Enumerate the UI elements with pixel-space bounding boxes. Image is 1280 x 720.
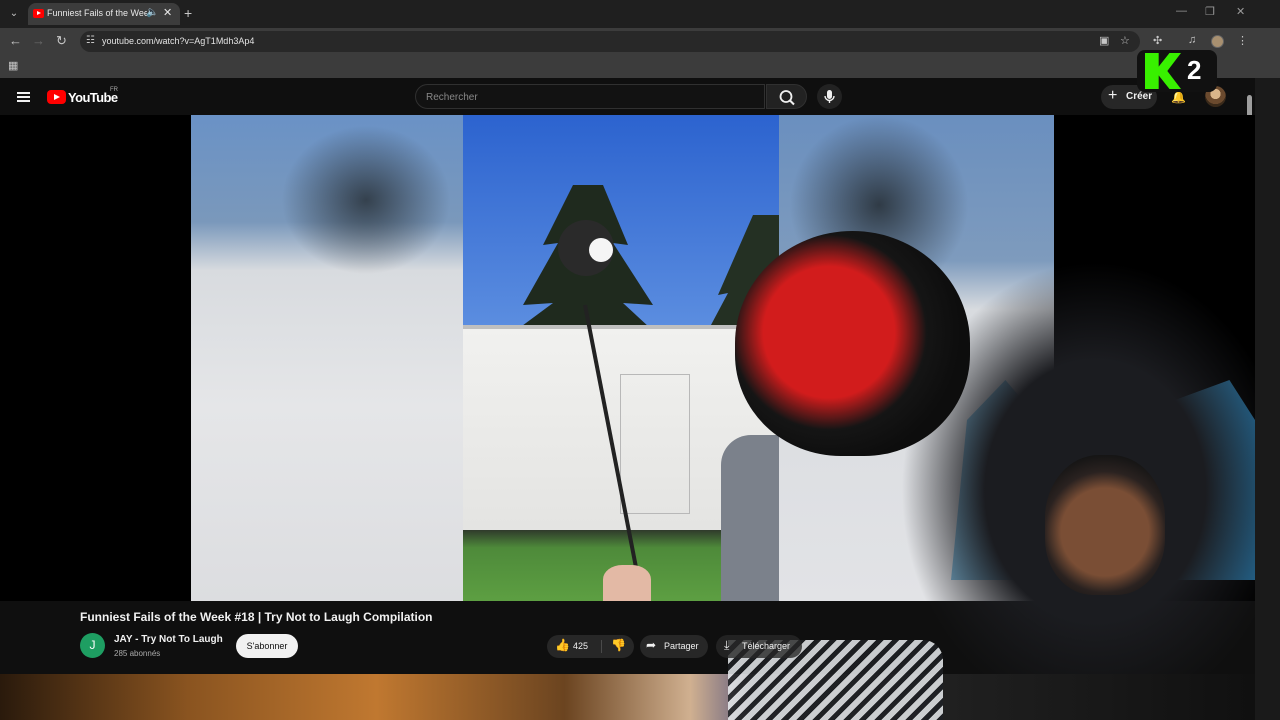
microphone-icon: [824, 90, 835, 103]
country-code: FR: [110, 87, 118, 93]
search-input[interactable]: [426, 89, 746, 105]
streamer-helmet-image: [735, 231, 970, 456]
like-dislike-group: 👍 425 👍: [547, 635, 634, 658]
page-scrollbar-track[interactable]: [1255, 78, 1280, 720]
window-close-icon[interactable]: ✕: [1236, 5, 1245, 18]
share-arrow-icon: ➦: [646, 638, 657, 652]
audio-playing-icon[interactable]: 🔈: [146, 7, 158, 18]
tab-search-icon[interactable]: ⌄: [6, 6, 22, 22]
address-bar[interactable]: ☷ youtube.com/watch?v=AgT1Mdh3Ap4: [80, 31, 1140, 52]
guide-menu-icon[interactable]: [17, 92, 30, 102]
reload-icon[interactable]: ↻: [56, 33, 67, 49]
media-control-icon[interactable]: ♫: [1188, 34, 1196, 46]
back-icon[interactable]: ←: [9, 33, 22, 48]
plus-icon: +: [1108, 87, 1118, 104]
channel-name[interactable]: JAY - Try Not To Laugh: [114, 634, 223, 645]
golf-ball: [589, 238, 613, 262]
subscriber-count: 285 abonnés: [114, 649, 161, 658]
voice-search-button[interactable]: [817, 84, 842, 109]
like-thumb-icon[interactable]: 👍: [555, 638, 570, 652]
overlay-bottom-strip: [0, 674, 1255, 720]
screen: ⌄ Funniest Fails of the Week 🔈 ✕ + — ❐ ✕…: [0, 0, 1280, 720]
browser-menu-icon[interactable]: ⋮: [1237, 34, 1248, 47]
browser-toolbar: ← → ↻ ☷ youtube.com/watch?v=AgT1Mdh3Ap4 …: [0, 28, 1280, 54]
like-divider: [601, 640, 602, 653]
forward-icon[interactable]: →: [32, 33, 45, 48]
download-arrow-icon: ⤓: [724, 638, 730, 652]
golfer-shirt-image: [721, 435, 779, 601]
brand-number: 2: [1187, 55, 1202, 85]
new-tab-icon[interactable]: +: [184, 5, 192, 21]
share-button[interactable]: ➦ Partager: [640, 635, 708, 658]
subscribe-button[interactable]: S'abonner: [236, 634, 298, 658]
tab-title: Funniest Fails of the Week: [47, 8, 147, 18]
dislike-thumb-icon[interactable]: 👍: [611, 638, 626, 652]
search-box: [415, 84, 765, 109]
search-button[interactable]: [766, 84, 807, 109]
extensions-icon[interactable]: ✣: [1153, 34, 1162, 47]
tab-close-icon[interactable]: ✕: [163, 6, 172, 19]
bookmark-star-icon[interactable]: ☆: [1120, 34, 1130, 47]
apps-grid-icon[interactable]: ▦: [8, 59, 18, 72]
browser-tab-strip: ⌄ Funniest Fails of the Week 🔈 ✕ + — ❐ ✕: [0, 0, 1280, 28]
video-frame: [463, 115, 779, 601]
browser-tab-active[interactable]: Funniest Fails of the Week 🔈 ✕: [28, 3, 180, 25]
video-sky: [463, 115, 779, 340]
streamer-face-image: [1045, 455, 1165, 595]
video-blurred-fill-left: [191, 115, 463, 601]
trailer-door: [620, 374, 690, 514]
golfer-hand-image: [603, 565, 651, 601]
pine-trees-image: [503, 185, 779, 340]
download-button[interactable]: ⤓ Télécharger: [716, 635, 802, 658]
youtube-logo-icon[interactable]: [47, 90, 66, 104]
create-label: Créer: [1126, 91, 1153, 102]
minimize-icon[interactable]: —: [1176, 5, 1187, 17]
browser-profile-avatar[interactable]: [1211, 35, 1224, 48]
search-icon: [779, 90, 795, 106]
restore-icon[interactable]: ❐: [1205, 5, 1215, 18]
share-label: Partager: [664, 641, 699, 651]
install-app-icon[interactable]: ▣: [1099, 34, 1109, 47]
like-count[interactable]: 425: [573, 641, 588, 651]
video-title: Funniest Fails of the Week #18 | Try Not…: [80, 610, 433, 624]
channel-avatar[interactable]: J: [80, 633, 105, 658]
download-label: Télécharger: [742, 641, 791, 651]
youtube-favicon-icon: [33, 9, 44, 18]
site-info-icon[interactable]: ☷: [86, 35, 95, 46]
notifications-bell-icon[interactable]: 🔔: [1171, 90, 1186, 104]
address-url: youtube.com/watch?v=AgT1Mdh3Ap4: [102, 36, 255, 46]
bookmarks-bar: ▦: [0, 54, 1280, 78]
